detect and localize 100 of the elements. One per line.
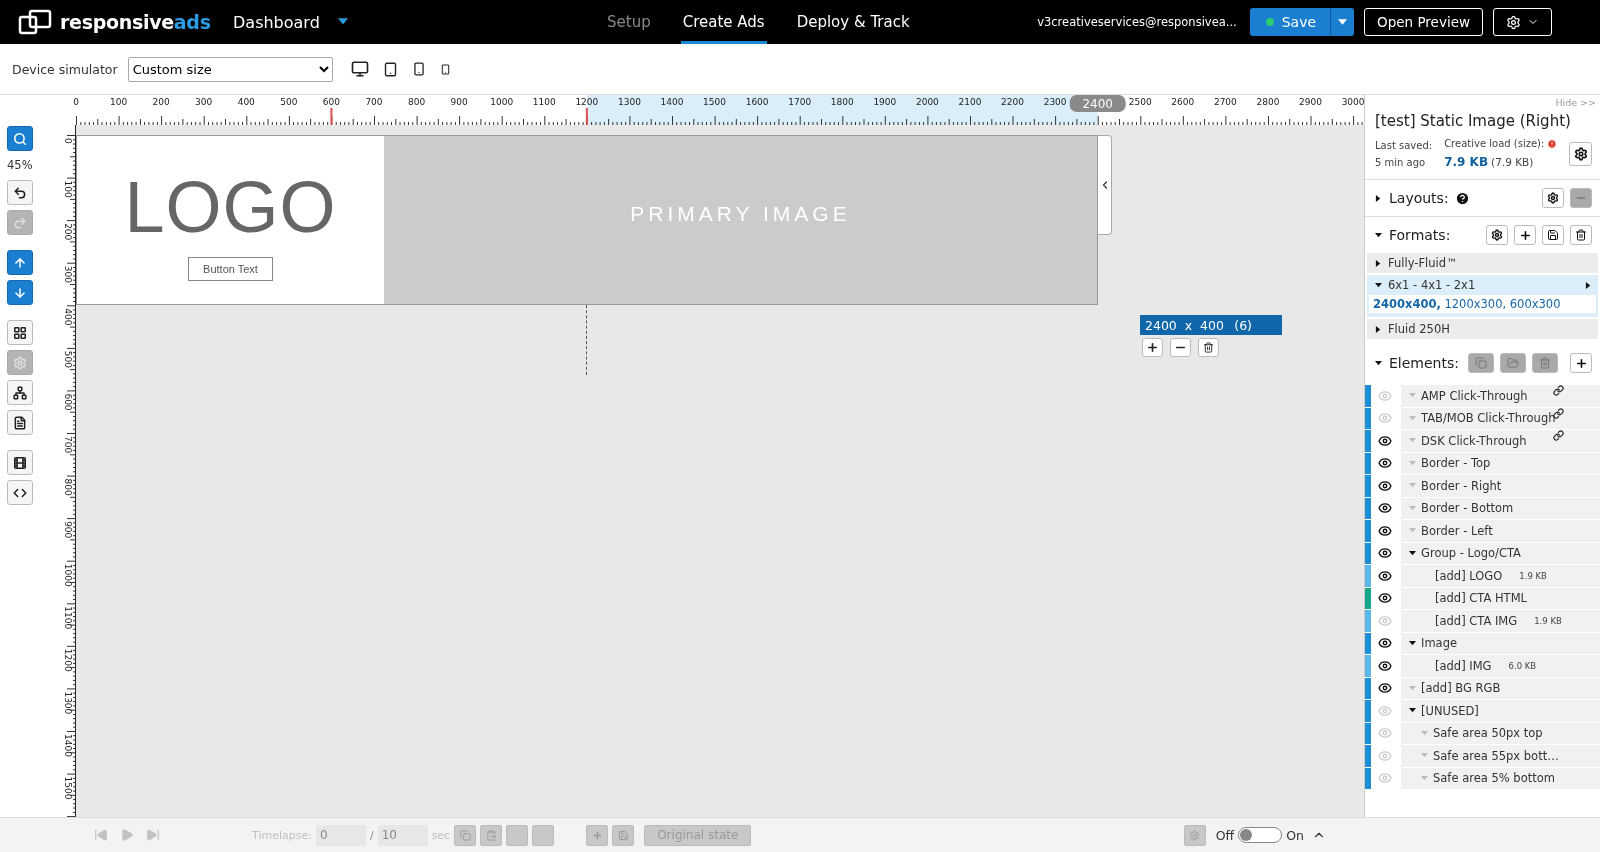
ruler-label: 800	[407, 97, 426, 107]
element-item[interactable]: Safe area 55px bott…	[1401, 745, 1600, 767]
ruler-label: 600	[322, 97, 340, 107]
trash-icon	[1575, 229, 1587, 241]
format-item[interactable]: 6x1 - 4x1 - 2x1 2400x400, 1200x300, 600x300	[1367, 275, 1598, 317]
format-toggle[interactable]: Fluid 250H	[1375, 322, 1592, 336]
phone-icon[interactable]	[439, 63, 451, 75]
arrow-up-button[interactable]	[7, 250, 33, 275]
hierarchy-button[interactable]	[7, 380, 33, 405]
eye-icon	[1377, 636, 1392, 651]
format-toggle[interactable]: Fully-Fluid™	[1375, 256, 1592, 270]
format-item[interactable]: Fully-Fluid™	[1367, 253, 1598, 273]
device-select[interactable]: Custom size	[127, 56, 333, 82]
file-size: 1.9 KB	[1534, 615, 1562, 626]
search-button[interactable]	[7, 126, 33, 151]
last-saved-value: 5 min ago	[1375, 156, 1427, 168]
phone-icon[interactable]	[411, 62, 426, 76]
state-toggle[interactable]	[1238, 827, 1283, 843]
element-item[interactable]: AMP Click-Through	[1401, 385, 1600, 407]
element-item[interactable]: [add] IMG 6.0 KB	[1401, 655, 1600, 677]
caret-icon	[1375, 359, 1382, 367]
gear-icon	[1573, 146, 1588, 161]
element-item[interactable]: Border - Bottom	[1401, 497, 1600, 519]
save-icon	[1547, 229, 1559, 241]
element-item[interactable]: Border - Right	[1401, 475, 1600, 497]
settings-button[interactable]	[1542, 188, 1564, 208]
arrow-down-button[interactable]	[7, 280, 33, 305]
ruler-marker-badge[interactable]	[1069, 95, 1126, 112]
caret-icon	[1409, 392, 1416, 400]
ruler-label: 1300	[63, 691, 73, 715]
remove-button[interactable]	[1170, 338, 1191, 357]
save-icon-button[interactable]	[1542, 225, 1564, 245]
folder-button[interactable]	[1500, 353, 1526, 373]
element-item[interactable]: [add] BG RGB	[1401, 677, 1600, 699]
plus-icon	[1146, 341, 1159, 354]
monitor-icon[interactable]	[350, 60, 369, 78]
element-item[interactable]: [add] CTA HTML	[1401, 587, 1600, 609]
element-item[interactable]: Border - Left	[1401, 520, 1600, 542]
element-item[interactable]: Safe area 5% bottom	[1401, 767, 1600, 789]
caret-icon	[1375, 194, 1382, 202]
caret-icon	[1338, 17, 1348, 27]
element-item[interactable]: TAB/MOB Click-Through	[1401, 407, 1600, 429]
dashboard-menu[interactable]: Dashboard	[233, 12, 348, 32]
film-button[interactable]	[7, 450, 33, 475]
formats-section-toggle[interactable]: Formats:	[1375, 227, 1451, 243]
document-button[interactable]	[7, 410, 33, 435]
settings-menu-button[interactable]	[1493, 8, 1552, 36]
caret-icon	[1409, 707, 1416, 715]
element-item[interactable]: Image	[1401, 632, 1600, 654]
nav-tab[interactable]: Deploy & Track	[794, 0, 912, 44]
tablet-icon[interactable]	[382, 61, 398, 77]
element-item[interactable]: Safe area 50px top	[1401, 722, 1600, 744]
grid-button[interactable]	[7, 320, 33, 345]
add-button[interactable]	[1570, 353, 1592, 373]
element-item[interactable]: [add] CTA IMG 1.9 KB	[1401, 610, 1600, 632]
element-item[interactable]: DSK Click-Through	[1401, 430, 1600, 452]
layouts-section-toggle[interactable]: Layouts:	[1375, 190, 1449, 206]
element-item[interactable]: [UNUSED]	[1401, 700, 1600, 722]
add-button[interactable]	[1514, 225, 1536, 245]
format-toggle[interactable]: 6x1 - 4x1 - 2x1	[1375, 278, 1592, 292]
element-item[interactable]: [add] LOGO 1.9 KB	[1401, 565, 1600, 587]
caret-icon	[1409, 639, 1416, 647]
ruler-label: 200	[63, 223, 73, 241]
delete-button[interactable]	[1198, 338, 1219, 357]
settings-button[interactable]	[1569, 141, 1592, 166]
caret-icon	[1585, 281, 1592, 289]
undo-button[interactable]	[7, 180, 33, 205]
ruler-guide	[330, 108, 333, 125]
help-icon[interactable]	[1454, 190, 1470, 206]
ruler-label: 2900	[1299, 97, 1322, 107]
caret-icon	[1375, 325, 1382, 333]
add-button[interactable]	[1142, 338, 1163, 357]
plus-icon	[1518, 228, 1532, 242]
settings-button[interactable]	[1486, 225, 1508, 245]
delete-button[interactable]	[1570, 225, 1592, 245]
plus-icon	[1574, 356, 1588, 370]
plus-icon	[591, 829, 603, 841]
save-button[interactable]: Save	[1249, 8, 1331, 36]
ruler-label: 1900	[873, 97, 897, 107]
element-item[interactable]: Border - Top	[1401, 452, 1600, 474]
format-item[interactable]: Fluid 250H	[1367, 319, 1598, 339]
user-email[interactable]: v3creativeservices@responsivea...	[1037, 15, 1237, 29]
elements-section-toggle[interactable]: Elements:	[1375, 355, 1459, 371]
ruler-label: 500	[280, 97, 298, 107]
ruler-label: 3000	[1341, 97, 1364, 107]
element-item[interactable]: Group - Logo/CTA	[1401, 542, 1600, 564]
collapse-button[interactable]	[1570, 188, 1592, 208]
load-value: 7.9 KB	[1444, 155, 1489, 169]
eye-icon	[1377, 658, 1392, 673]
ruler-label: 1100	[532, 97, 556, 107]
cta-button[interactable]: Button Text	[188, 257, 273, 281]
eye-icon	[1377, 771, 1392, 786]
gear-icon	[1491, 229, 1503, 241]
open-preview-button[interactable]: Open Preview	[1364, 8, 1483, 36]
ruler-label: 600	[63, 393, 73, 411]
code-button[interactable]	[7, 480, 33, 505]
save-options-button[interactable]	[1330, 8, 1355, 36]
ruler-label: 2000	[915, 97, 939, 107]
eye-icon	[1377, 568, 1392, 583]
caret-icon	[1409, 482, 1416, 490]
